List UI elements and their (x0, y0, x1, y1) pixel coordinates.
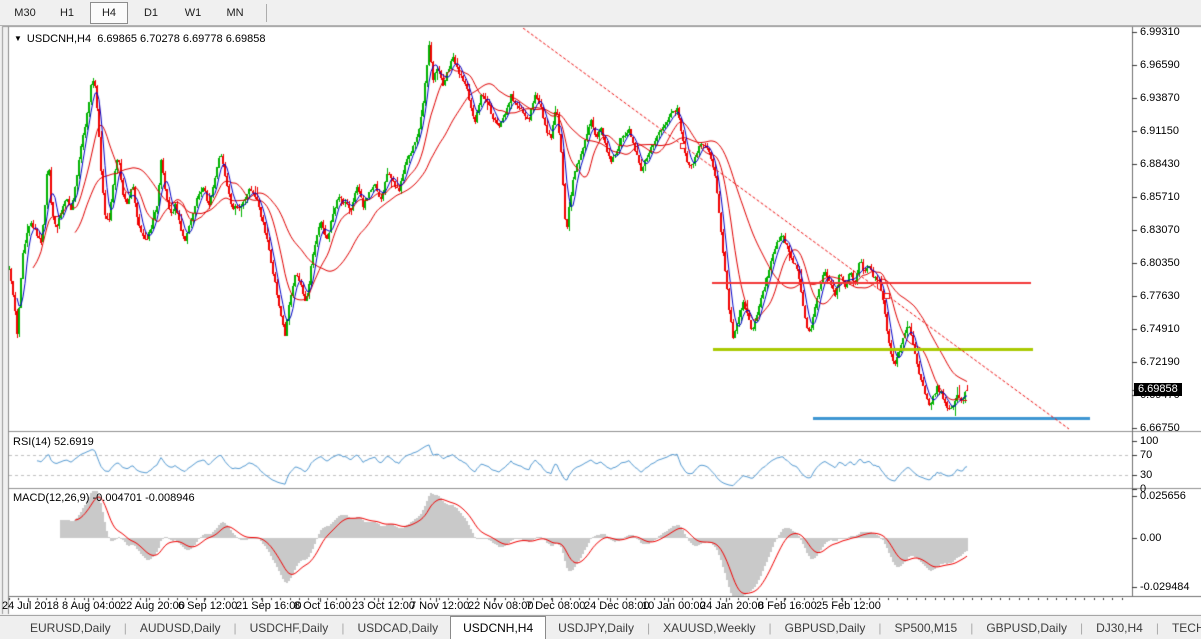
tab-gbpusd-daily[interactable]: GBPUSD,Daily (974, 616, 1079, 639)
rsi-label-row: RSI(14) 52.6919 (13, 436, 94, 448)
rsi-value: 52.6919 (53, 436, 94, 448)
rsi-axis-label: 30 (1140, 469, 1153, 481)
symbol-dropdown-icon[interactable]: ▼ (14, 34, 22, 43)
chart-tabs: EURUSD,Daily | AUDUSD,Daily | USDCHF,Daily | U… (18, 616, 1201, 639)
price-axis-label: 6.80350 (1140, 257, 1180, 269)
price-axis-label: 6.66750 (1140, 422, 1180, 434)
price-axis-label: 6.88430 (1140, 158, 1180, 170)
time-axis-label: 8 Oct 16:00 (294, 600, 351, 612)
price-axis-label: 6.93870 (1140, 92, 1180, 104)
time-axis-label: 22 Aug 20:00 (120, 600, 185, 612)
time-axis-label: 10 Jan 00:00 (642, 600, 706, 612)
price-axis-label: 6.74910 (1140, 323, 1180, 335)
current-price-tag: 6.69858 (1134, 383, 1182, 396)
chart-tab-bar: EURUSD,Daily | AUDUSD,Daily | USDCHF,Daily | U… (0, 615, 1201, 639)
toolbar-separator (266, 3, 267, 22)
macd-axis-label: -0.029484 (1140, 581, 1190, 593)
time-axis-label: 21 Sep 16:00 (236, 600, 302, 612)
price-axis-label: 6.99310 (1140, 26, 1180, 38)
time-axis-label: 8 Feb 16:00 (758, 600, 817, 612)
time-axis-label: 22 Nov 08:00 (468, 600, 534, 612)
mt4-window: { "toolbar": { "timeframes": [ {"label":… (0, 0, 1201, 639)
rsi-axis-label: 100 (1140, 435, 1159, 447)
tab-audusd-daily[interactable]: AUDUSD,Daily (128, 616, 233, 639)
time-axis-label: 8 Aug 04:00 (62, 600, 121, 612)
chart-canvas[interactable] (0, 0, 1201, 639)
timeframe-button-h4[interactable]: H4 (90, 1, 128, 24)
tab-gbpusd-daily[interactable]: GBPUSD,Daily (773, 616, 878, 639)
timeframe-button-mn[interactable]: MN (216, 2, 254, 24)
time-axis-label: 25 Feb 12:00 (816, 600, 881, 612)
time-axis-label: 7 Dec 08:00 (526, 600, 586, 612)
rsi-axis-label: 70 (1140, 449, 1153, 461)
timeframe-button-h1[interactable]: H1 (48, 2, 86, 24)
macd-value-signal: -0.008946 (145, 492, 195, 504)
time-axis-label: 24 Jan 20:00 (700, 600, 764, 612)
timeframe-button-d1[interactable]: D1 (132, 2, 170, 24)
timeframe-button-w1[interactable]: W1 (174, 2, 212, 24)
time-axis-label: 6 Sep 12:00 (178, 600, 238, 612)
price-axis-label: 6.83070 (1140, 224, 1180, 236)
tab-usdjpy-daily[interactable]: USDJPY,Daily (546, 616, 646, 639)
tab-usdcad-daily[interactable]: USDCAD,Daily (345, 616, 450, 639)
tab-tech100-h1[interactable]: TECH100,H1 (1160, 616, 1201, 639)
ohlc-values: 6.69865 6.70278 6.69778 6.69858 (97, 33, 266, 45)
tab-usdchf-daily[interactable]: USDCHF,Daily (238, 616, 341, 639)
tab-sp500-m15[interactable]: SP500,M15 (882, 616, 969, 639)
time-axis-label: 23 Oct 12:00 (352, 600, 415, 612)
time-axis-label: 24 Jul 2018 (2, 600, 59, 612)
tab-eurusd-daily[interactable]: EURUSD,Daily (18, 616, 123, 639)
tab-usdcnh-h4[interactable]: USDCNH,H4 (450, 616, 547, 639)
macd-value-main: -0.004701 (92, 492, 143, 504)
timeframe-button-m30[interactable]: M30 (6, 2, 44, 24)
time-axis-label: 7 Nov 12:00 (410, 600, 470, 612)
macd-axis-label: 0.00 (1140, 532, 1162, 544)
price-axis-label: 6.91150 (1140, 125, 1179, 137)
timeframe-button-group: M30 H1 H4 D1 W1 MN (6, 1, 258, 24)
time-axis-label: 24 Dec 08:00 (584, 600, 650, 612)
tab-xauusd-weekly[interactable]: XAUUSD,Weekly (651, 616, 767, 639)
price-axis-label: 6.72190 (1140, 356, 1180, 368)
symbol-label: USDCNH,H4 (26, 33, 92, 45)
timeframe-toolbar: M30 H1 H4 D1 W1 MN (0, 0, 1201, 26)
macd-axis-label: 0.025656 (1140, 490, 1186, 502)
price-axis-label: 6.77630 (1140, 290, 1180, 302)
price-axis-label: 6.96590 (1140, 59, 1180, 71)
rsi-label: RSI(14) (13, 436, 51, 448)
chart-title-row: ▼ USDCNH,H4 6.69865 6.70278 6.69778 6.698… (14, 33, 265, 45)
price-axis-label: 6.85710 (1140, 191, 1180, 203)
tab-dj30-h4[interactable]: DJ30,H4 (1084, 616, 1155, 639)
macd-label-row: MACD(12,26,9) -0.004701 -0.008946 (13, 492, 195, 504)
macd-label: MACD(12,26,9) (13, 492, 90, 504)
